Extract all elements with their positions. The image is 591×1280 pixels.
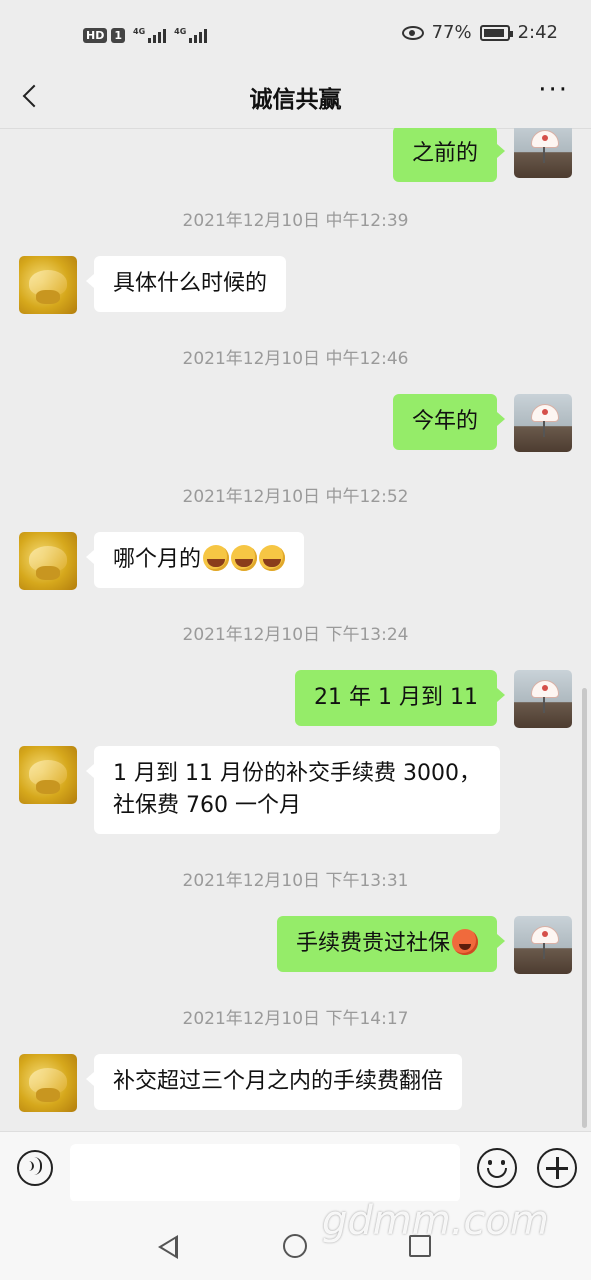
timestamp: 2021年12月10日 下午13:24 xyxy=(182,625,409,645)
chat-title: 诚信共赢 xyxy=(249,87,342,113)
battery-percent: 77% xyxy=(431,22,472,43)
nav-back-icon[interactable] xyxy=(158,1235,178,1259)
timestamp: 2021年12月10日 中午12:46 xyxy=(182,349,409,369)
crying-laughing-emoji xyxy=(203,545,230,571)
scrollbar[interactable] xyxy=(582,688,587,1128)
timestamp: 2021年12月10日 中午12:39 xyxy=(182,211,409,231)
my-avatar[interactable] xyxy=(514,916,572,974)
plus-icon[interactable] xyxy=(537,1148,577,1188)
message-text: 手续费贵过社保 xyxy=(295,931,450,956)
received-message[interactable]: 哪个月的 xyxy=(85,532,305,588)
angry-face-emoji xyxy=(452,929,478,955)
clock: 2:42 xyxy=(517,22,558,43)
received-message[interactable]: 补交超过三个月之内的手续费翻倍 xyxy=(85,1054,463,1110)
message-text: 哪个月的 xyxy=(113,547,202,572)
crying-laughing-emoji xyxy=(259,545,286,571)
contact-avatar[interactable] xyxy=(19,256,77,314)
timestamp: 2021年12月10日 中午12:52 xyxy=(182,487,409,507)
received-message[interactable]: 1 月到 11 月份的补交手续费 3000， 社保费 760 一个月 xyxy=(86,746,500,834)
timestamp: 2021年12月10日 下午14:17 xyxy=(182,1009,409,1029)
timestamp: 2021年12月10日 下午13:31 xyxy=(182,871,409,891)
sent-message[interactable]: 手续费贵过社保 xyxy=(276,916,506,972)
sent-message[interactable]: 之前的 xyxy=(392,128,506,182)
network-indicators: HD 1 4G 4G xyxy=(83,27,208,43)
my-avatar[interactable] xyxy=(514,128,572,178)
status-bar: HD 1 4G 4G 77% 2:42 xyxy=(0,0,591,68)
contact-avatar[interactable] xyxy=(19,746,77,804)
sent-message[interactable]: 今年的 xyxy=(392,394,506,450)
more-options-button[interactable]: ··· xyxy=(538,77,569,103)
message-list[interactable]: 之前的 2021年12月10日 中午12:39 具体什么时候的 2021年12月… xyxy=(0,128,591,1131)
chat-header: 诚信共赢 ··· xyxy=(0,68,591,129)
my-avatar[interactable] xyxy=(514,670,572,728)
input-bar xyxy=(0,1131,591,1202)
watermark: gdmm.com xyxy=(322,1198,549,1244)
sent-message[interactable]: 21 年 1 月到 11 xyxy=(295,670,505,726)
received-message[interactable]: 具体什么时候的 xyxy=(85,256,287,312)
voice-input-icon[interactable] xyxy=(17,1150,53,1186)
nav-home-icon[interactable] xyxy=(283,1234,307,1258)
signal-icon-2: 4G xyxy=(174,27,208,43)
message-line: 1 月到 11 月份的补交手续费 3000， xyxy=(113,761,481,786)
my-avatar[interactable] xyxy=(514,394,572,452)
sim-badge: 1 xyxy=(111,27,125,43)
hd-badge: HD xyxy=(83,27,108,43)
signal-icon-1: 4G xyxy=(133,27,167,43)
contact-avatar[interactable] xyxy=(19,1054,77,1112)
message-input[interactable] xyxy=(70,1144,460,1202)
crying-laughing-emoji xyxy=(231,545,258,571)
eye-comfort-icon xyxy=(401,25,424,40)
contact-avatar[interactable] xyxy=(19,532,77,590)
battery-icon xyxy=(479,24,513,41)
emoji-icon[interactable] xyxy=(477,1148,517,1188)
message-line: 社保费 760 一个月 xyxy=(113,793,301,818)
